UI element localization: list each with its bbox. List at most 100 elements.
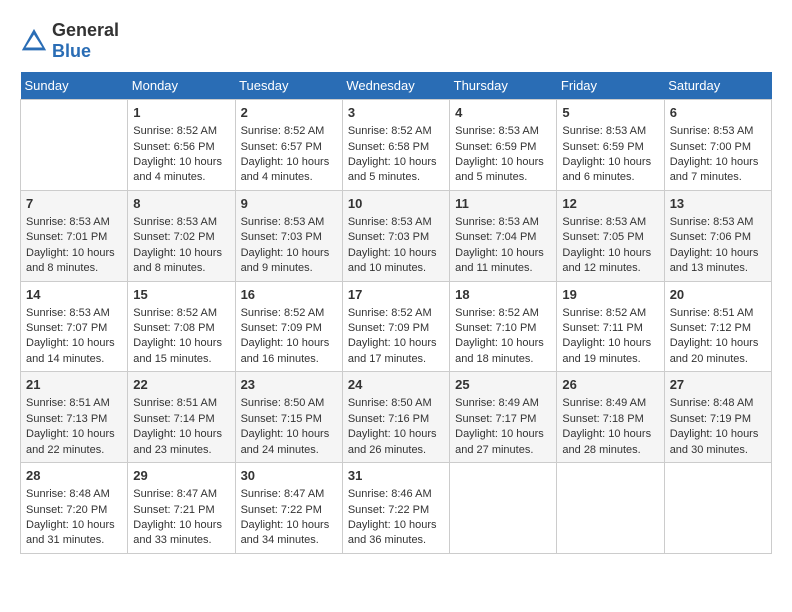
day-info: and 33 minutes.: [133, 533, 229, 548]
day-info: Sunrise: 8:52 AM: [133, 124, 229, 139]
day-info: Sunrise: 8:51 AM: [670, 306, 766, 321]
day-info: Daylight: 10 hours: [241, 336, 337, 351]
day-info: Sunrise: 8:53 AM: [26, 306, 122, 321]
day-header-friday: Friday: [557, 72, 664, 100]
day-info: Sunset: 7:09 PM: [241, 321, 337, 336]
calendar-cell: 30Sunrise: 8:47 AMSunset: 7:22 PMDayligh…: [235, 463, 342, 554]
day-info: and 4 minutes.: [241, 170, 337, 185]
calendar-cell: 8Sunrise: 8:53 AMSunset: 7:02 PMDaylight…: [128, 190, 235, 281]
day-number: 11: [455, 195, 551, 213]
day-info: Sunrise: 8:52 AM: [348, 306, 444, 321]
day-info: Sunrise: 8:49 AM: [562, 396, 658, 411]
calendar-cell: 21Sunrise: 8:51 AMSunset: 7:13 PMDayligh…: [21, 372, 128, 463]
day-number: 10: [348, 195, 444, 213]
calendar-cell: 3Sunrise: 8:52 AMSunset: 6:58 PMDaylight…: [342, 100, 449, 191]
day-info: Sunset: 7:10 PM: [455, 321, 551, 336]
day-info: Sunset: 7:22 PM: [241, 503, 337, 518]
day-info: Sunrise: 8:52 AM: [241, 306, 337, 321]
calendar-cell: 13Sunrise: 8:53 AMSunset: 7:06 PMDayligh…: [664, 190, 771, 281]
day-info: Sunset: 7:03 PM: [348, 230, 444, 245]
day-info: Daylight: 10 hours: [670, 246, 766, 261]
day-info: Sunset: 6:59 PM: [562, 140, 658, 155]
day-number: 4: [455, 104, 551, 122]
calendar-cell: 1 Sunrise: 8:52 AMSunset: 6:56 PMDaylight…: [128, 100, 235, 191]
day-info: and 5 minutes.: [455, 170, 551, 185]
day-info: Sunset: 7:21 PM: [133, 503, 229, 518]
calendar-cell: 12Sunrise: 8:53 AMSunset: 7:05 PMDayligh…: [557, 190, 664, 281]
day-info: Sunrise: 8:48 AM: [26, 487, 122, 502]
day-info: and 27 minutes.: [455, 443, 551, 458]
calendar-cell: 15Sunrise: 8:52 AMSunset: 7:08 PMDayligh…: [128, 281, 235, 372]
day-info: and 7 minutes.: [670, 170, 766, 185]
page-header: General Blue: [20, 20, 772, 62]
day-number: 29: [133, 467, 229, 485]
day-info: Sunrise: 8:51 AM: [26, 396, 122, 411]
day-info: and 19 minutes.: [562, 352, 658, 367]
day-info: and 9 minutes.: [241, 261, 337, 276]
day-info: and 30 minutes.: [670, 443, 766, 458]
day-info: Sunset: 7:14 PM: [133, 412, 229, 427]
day-info: Sunrise: 8:53 AM: [241, 215, 337, 230]
calendar-week-row: 7Sunrise: 8:53 AMSunset: 7:01 PMDaylight…: [21, 190, 772, 281]
day-info: Sunrise: 8:53 AM: [562, 124, 658, 139]
day-number: 25: [455, 376, 551, 394]
day-info: Sunset: 7:08 PM: [133, 321, 229, 336]
day-info: Sunrise: 8:50 AM: [241, 396, 337, 411]
logo: General Blue: [20, 20, 119, 62]
day-info: Sunset: 7:02 PM: [133, 230, 229, 245]
day-info: and 4 minutes.: [133, 170, 229, 185]
calendar-cell: [557, 463, 664, 554]
calendar-cell: 4Sunrise: 8:53 AMSunset: 6:59 PMDaylight…: [450, 100, 557, 191]
day-info: Sunrise: 8:53 AM: [455, 215, 551, 230]
day-info: Daylight: 10 hours: [348, 155, 444, 170]
day-info: Sunset: 7:13 PM: [26, 412, 122, 427]
day-number: 1: [133, 104, 229, 122]
day-info: and 17 minutes.: [348, 352, 444, 367]
day-info: Sunrise: 8:52 AM: [348, 124, 444, 139]
day-info: and 16 minutes.: [241, 352, 337, 367]
day-info: Sunrise: 8:53 AM: [670, 215, 766, 230]
day-info: Daylight: 10 hours: [562, 427, 658, 442]
calendar-cell: 16Sunrise: 8:52 AMSunset: 7:09 PMDayligh…: [235, 281, 342, 372]
day-number: 27: [670, 376, 766, 394]
day-info: Daylight: 10 hours: [133, 155, 229, 170]
day-header-tuesday: Tuesday: [235, 72, 342, 100]
day-info: Daylight: 10 hours: [455, 336, 551, 351]
day-info: Daylight: 10 hours: [562, 155, 658, 170]
day-number: 28: [26, 467, 122, 485]
day-number: 24: [348, 376, 444, 394]
day-info: Sunrise: 8:53 AM: [348, 215, 444, 230]
calendar-cell: [21, 100, 128, 191]
day-info: and 34 minutes.: [241, 533, 337, 548]
calendar-cell: 28Sunrise: 8:48 AMSunset: 7:20 PMDayligh…: [21, 463, 128, 554]
day-info: Daylight: 10 hours: [241, 155, 337, 170]
day-info: Sunset: 6:57 PM: [241, 140, 337, 155]
day-number: 15: [133, 286, 229, 304]
calendar-header-row: SundayMondayTuesdayWednesdayThursdayFrid…: [21, 72, 772, 100]
day-info: and 5 minutes.: [348, 170, 444, 185]
day-info: and 12 minutes.: [562, 261, 658, 276]
day-number: 31: [348, 467, 444, 485]
day-info: Sunrise: 8:47 AM: [241, 487, 337, 502]
calendar-cell: 7Sunrise: 8:53 AMSunset: 7:01 PMDaylight…: [21, 190, 128, 281]
day-info: and 23 minutes.: [133, 443, 229, 458]
day-info: Sunset: 7:18 PM: [562, 412, 658, 427]
day-info: Sunset: 6:56 PM: [133, 140, 229, 155]
day-info: Sunset: 7:00 PM: [670, 140, 766, 155]
day-info: Sunset: 7:09 PM: [348, 321, 444, 336]
calendar-cell: 17 Sunrise: 8:52 AMSunset: 7:09 PMDayligh…: [342, 281, 449, 372]
calendar-table: SundayMondayTuesdayWednesdayThursdayFrid…: [20, 72, 772, 554]
day-number: 26: [562, 376, 658, 394]
day-info: Sunset: 7:19 PM: [670, 412, 766, 427]
day-info: Sunset: 6:58 PM: [348, 140, 444, 155]
logo-icon: [20, 27, 48, 55]
day-info: and 28 minutes.: [562, 443, 658, 458]
calendar-cell: 20Sunrise: 8:51 AMSunset: 7:12 PMDayligh…: [664, 281, 771, 372]
day-info: and 31 minutes.: [26, 533, 122, 548]
day-info: Daylight: 10 hours: [133, 427, 229, 442]
day-info: Daylight: 10 hours: [348, 336, 444, 351]
day-info: Sunset: 7:20 PM: [26, 503, 122, 518]
day-info: and 24 minutes.: [241, 443, 337, 458]
calendar-week-row: 14Sunrise: 8:53 AMSunset: 7:07 PMDayligh…: [21, 281, 772, 372]
day-number: 17: [348, 286, 444, 304]
